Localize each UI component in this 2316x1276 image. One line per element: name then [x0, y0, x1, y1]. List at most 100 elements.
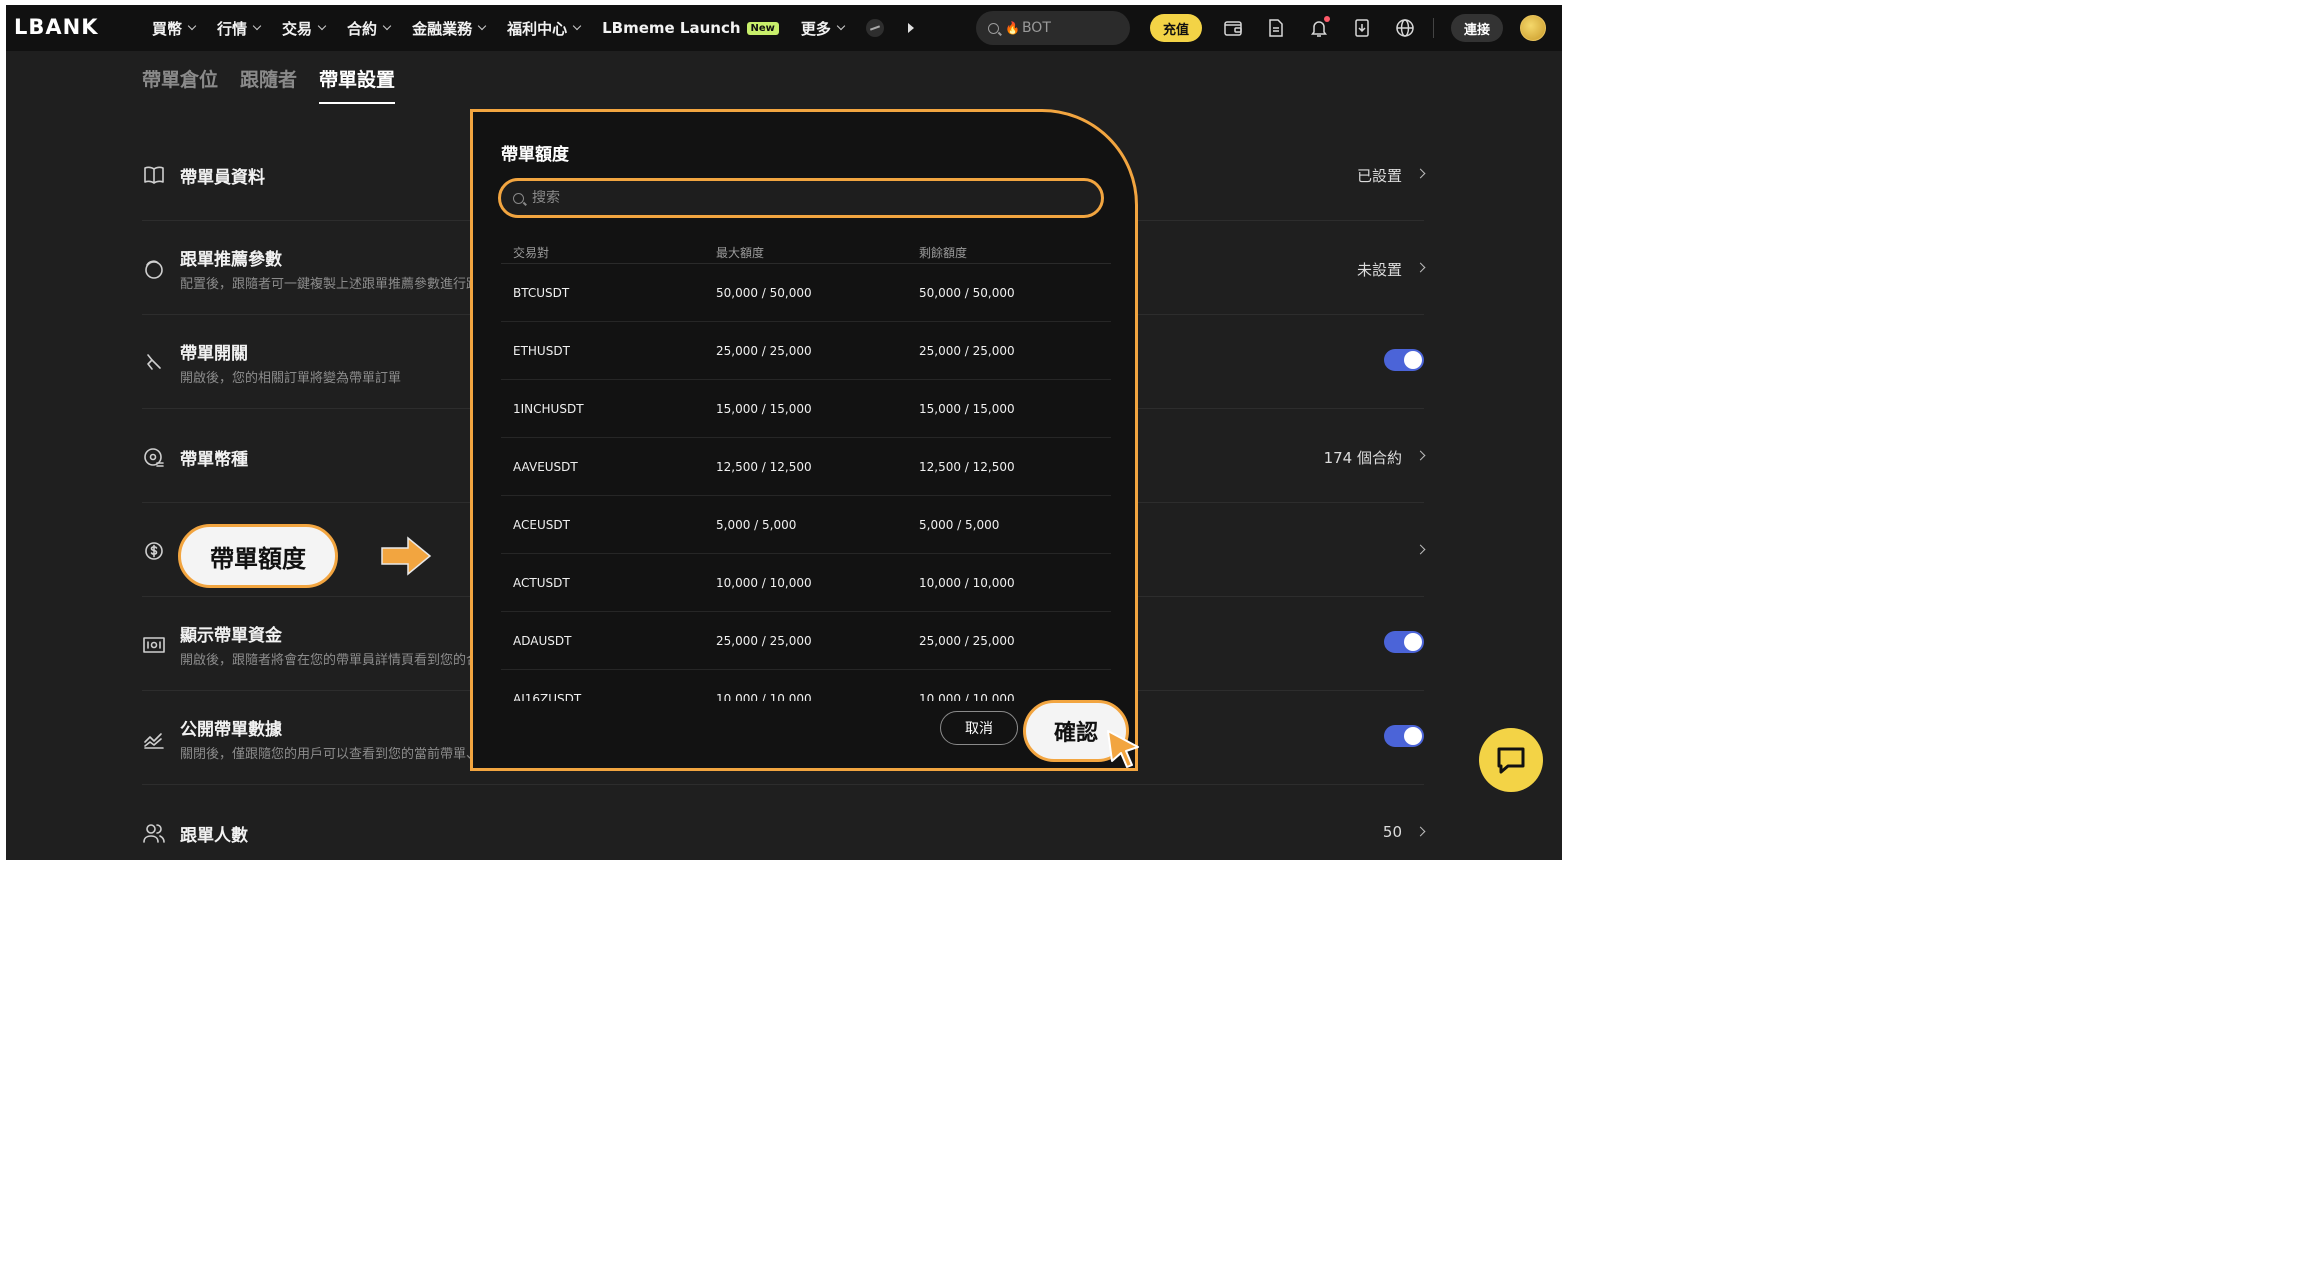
global-search-input[interactable]: 🔥 BOT: [976, 11, 1130, 45]
cell-remaining-quota: 25,000 / 25,000: [919, 634, 1015, 648]
switch-icon: [142, 351, 166, 375]
quota-callout-label: 帶單額度: [178, 524, 338, 588]
globe-icon[interactable]: [1395, 18, 1415, 38]
nav-item-0[interactable]: 買幣: [152, 18, 197, 39]
nav-item-5[interactable]: 福利中心: [507, 18, 582, 39]
callout-arrow-icon: [381, 536, 432, 576]
setting-value: 174 個合約: [1323, 449, 1402, 467]
nav-item-label: LBmeme Launch: [602, 19, 741, 37]
chevron-down-icon: [572, 21, 582, 31]
cell-remaining-quota: 12,500 / 12,500: [919, 460, 1015, 474]
cell-max-quota: 25,000 / 25,000: [716, 344, 812, 358]
avatar[interactable]: [1520, 15, 1546, 41]
setting-value: 已設置: [1356, 167, 1402, 185]
setting-row-7[interactable]: 跟單人數 50: [142, 785, 1426, 860]
table-row[interactable]: AI16ZUSDT 10,000 / 10,000 10,000 / 10,000: [501, 670, 1111, 701]
table-row[interactable]: ACEUSDT 5,000 / 5,000 5,000 / 5,000: [501, 496, 1111, 554]
setting-description: 開啟後，您的相關訂單將變為帶單訂單: [180, 371, 402, 386]
nav-menu: 買幣 行情 交易 合約 金融業務 福利中心 LBmeme Launch New 更多: [152, 5, 914, 51]
download-icon[interactable]: [1352, 18, 1372, 38]
cell-remaining-quota: 5,000 / 5,000: [919, 518, 1000, 532]
cell-max-quota: 12,500 / 12,500: [716, 460, 812, 474]
tab-2[interactable]: 帶單設置: [319, 65, 396, 104]
chevron-down-icon: [477, 21, 487, 31]
nav-item-7[interactable]: 更多: [800, 18, 846, 39]
nav-item-label: 買幣: [152, 19, 183, 38]
document-icon[interactable]: [1266, 18, 1286, 38]
cell-remaining-quota: 10,000 / 10,000: [919, 692, 1015, 701]
toggle-switch[interactable]: [1384, 631, 1424, 653]
top-navigation-bar: LBANK 買幣 行情 交易 合約 金融業務 福利中心 LBmeme Launch New 更多…: [6, 5, 1562, 51]
chevron-down-icon: [382, 21, 392, 31]
chevron-right-icon[interactable]: [1415, 450, 1426, 461]
nav-item-4[interactable]: 金融業務: [412, 18, 487, 39]
quota-icon: [142, 539, 166, 563]
chevron-down-icon: [836, 21, 846, 31]
cell-pair: 1INCHUSDT: [513, 402, 584, 416]
modal-search-input[interactable]: [532, 190, 1072, 206]
nav-item-2[interactable]: 交易: [282, 18, 327, 39]
table-row[interactable]: ACTUSDT 10,000 / 10,000 10,000 / 10,000: [501, 554, 1111, 612]
nav-item-label: 福利中心: [507, 19, 568, 38]
chat-support-button[interactable]: [1479, 728, 1543, 792]
setting-title: 顯示帶單資金: [180, 626, 282, 646]
quota-modal: 帶單額度 交易對 最大額度 剩餘額度 BTCUSDT 50,000 / 50,00…: [470, 109, 1138, 771]
cell-max-quota: 5,000 / 5,000: [716, 518, 797, 532]
setting-description: 配置後，跟隨者可一鍵複製上述跟單推薦參數進行跟: [180, 277, 480, 292]
modal-search-box[interactable]: [498, 178, 1104, 218]
cancel-button[interactable]: 取消: [940, 711, 1018, 745]
nav-item-label: 更多: [800, 19, 831, 38]
chevron-down-icon: [317, 21, 327, 31]
tab-0[interactable]: 帶單倉位: [142, 65, 218, 104]
users-icon: [142, 821, 166, 845]
nav-item-label: 合約: [347, 19, 378, 38]
setting-value: 50: [1382, 823, 1402, 841]
cell-pair: ADAUSDT: [513, 634, 572, 648]
chevron-right-icon[interactable]: [1415, 544, 1426, 555]
setting-title: 帶單開關: [180, 344, 248, 364]
search-icon: [988, 22, 999, 34]
quota-table: 交易對 最大額度 剩餘額度 BTCUSDT 50,000 / 50,000 50,0…: [501, 236, 1111, 701]
app-window: LBANK 買幣 行情 交易 合約 金融業務 福利中心 LBmeme Launch New 更多…: [6, 5, 1562, 860]
cell-pair: ETHUSDT: [513, 344, 570, 358]
params-icon: [142, 257, 166, 281]
nav-item-3[interactable]: 合約: [347, 18, 392, 39]
cell-pair: ACTUSDT: [513, 576, 570, 590]
chart-icon: [142, 727, 166, 751]
connect-button[interactable]: 連接: [1451, 14, 1503, 42]
table-row[interactable]: BTCUSDT 50,000 / 50,000 50,000 / 50,000: [501, 264, 1111, 322]
deposit-button[interactable]: 充值: [1150, 14, 1202, 42]
bell-icon[interactable]: [1309, 16, 1330, 38]
setting-title: 帶單員資料: [180, 168, 265, 188]
nav-item-6[interactable]: LBmeme Launch New: [602, 19, 779, 37]
cell-max-quota: 15,000 / 15,000: [716, 402, 812, 416]
tab-bar: 帶單倉位 跟隨者 帶單設置: [142, 65, 417, 104]
cell-pair: AI16ZUSDT: [513, 692, 582, 701]
airplane-icon[interactable]: [865, 19, 884, 37]
table-row[interactable]: ADAUSDT 25,000 / 25,000 25,000 / 25,000: [501, 612, 1111, 670]
chevron-right-icon[interactable]: [1415, 168, 1426, 179]
cell-remaining-quota: 25,000 / 25,000: [919, 344, 1015, 358]
table-row[interactable]: 1INCHUSDT 15,000 / 15,000 15,000 / 15,000: [501, 380, 1111, 438]
wallet-icon[interactable]: [1223, 18, 1243, 38]
toggle-switch[interactable]: [1384, 725, 1424, 747]
coin-type-icon: [142, 445, 166, 469]
nav-item-label: 行情: [217, 19, 248, 38]
setting-title: 帶單幣種: [180, 450, 248, 470]
chevron-right-icon[interactable]: [1415, 826, 1426, 837]
table-body[interactable]: BTCUSDT 50,000 / 50,000 50,000 / 50,000 ETH…: [501, 264, 1111, 701]
nav-item-label: 交易: [282, 19, 313, 38]
chevron-right-icon[interactable]: [1415, 262, 1426, 273]
cell-max-quota: 25,000 / 25,000: [716, 634, 812, 648]
lbank-logo[interactable]: LBANK: [14, 15, 99, 39]
setting-title: 跟單推薦參數: [180, 250, 282, 270]
tab-1[interactable]: 跟隨者: [240, 65, 297, 104]
nav-item-1[interactable]: 行情: [217, 18, 262, 39]
table-row[interactable]: ETHUSDT 25,000 / 25,000 25,000 / 25,000: [501, 322, 1111, 380]
setting-title: 跟單人數: [180, 826, 248, 846]
toggle-switch[interactable]: [1384, 349, 1424, 371]
new-badge: New: [746, 21, 779, 35]
table-row[interactable]: AAVEUSDT 12,500 / 12,500 12,500 / 12,500: [501, 438, 1111, 496]
chevron-down-icon: [252, 21, 262, 31]
play-icon[interactable]: [907, 23, 914, 33]
